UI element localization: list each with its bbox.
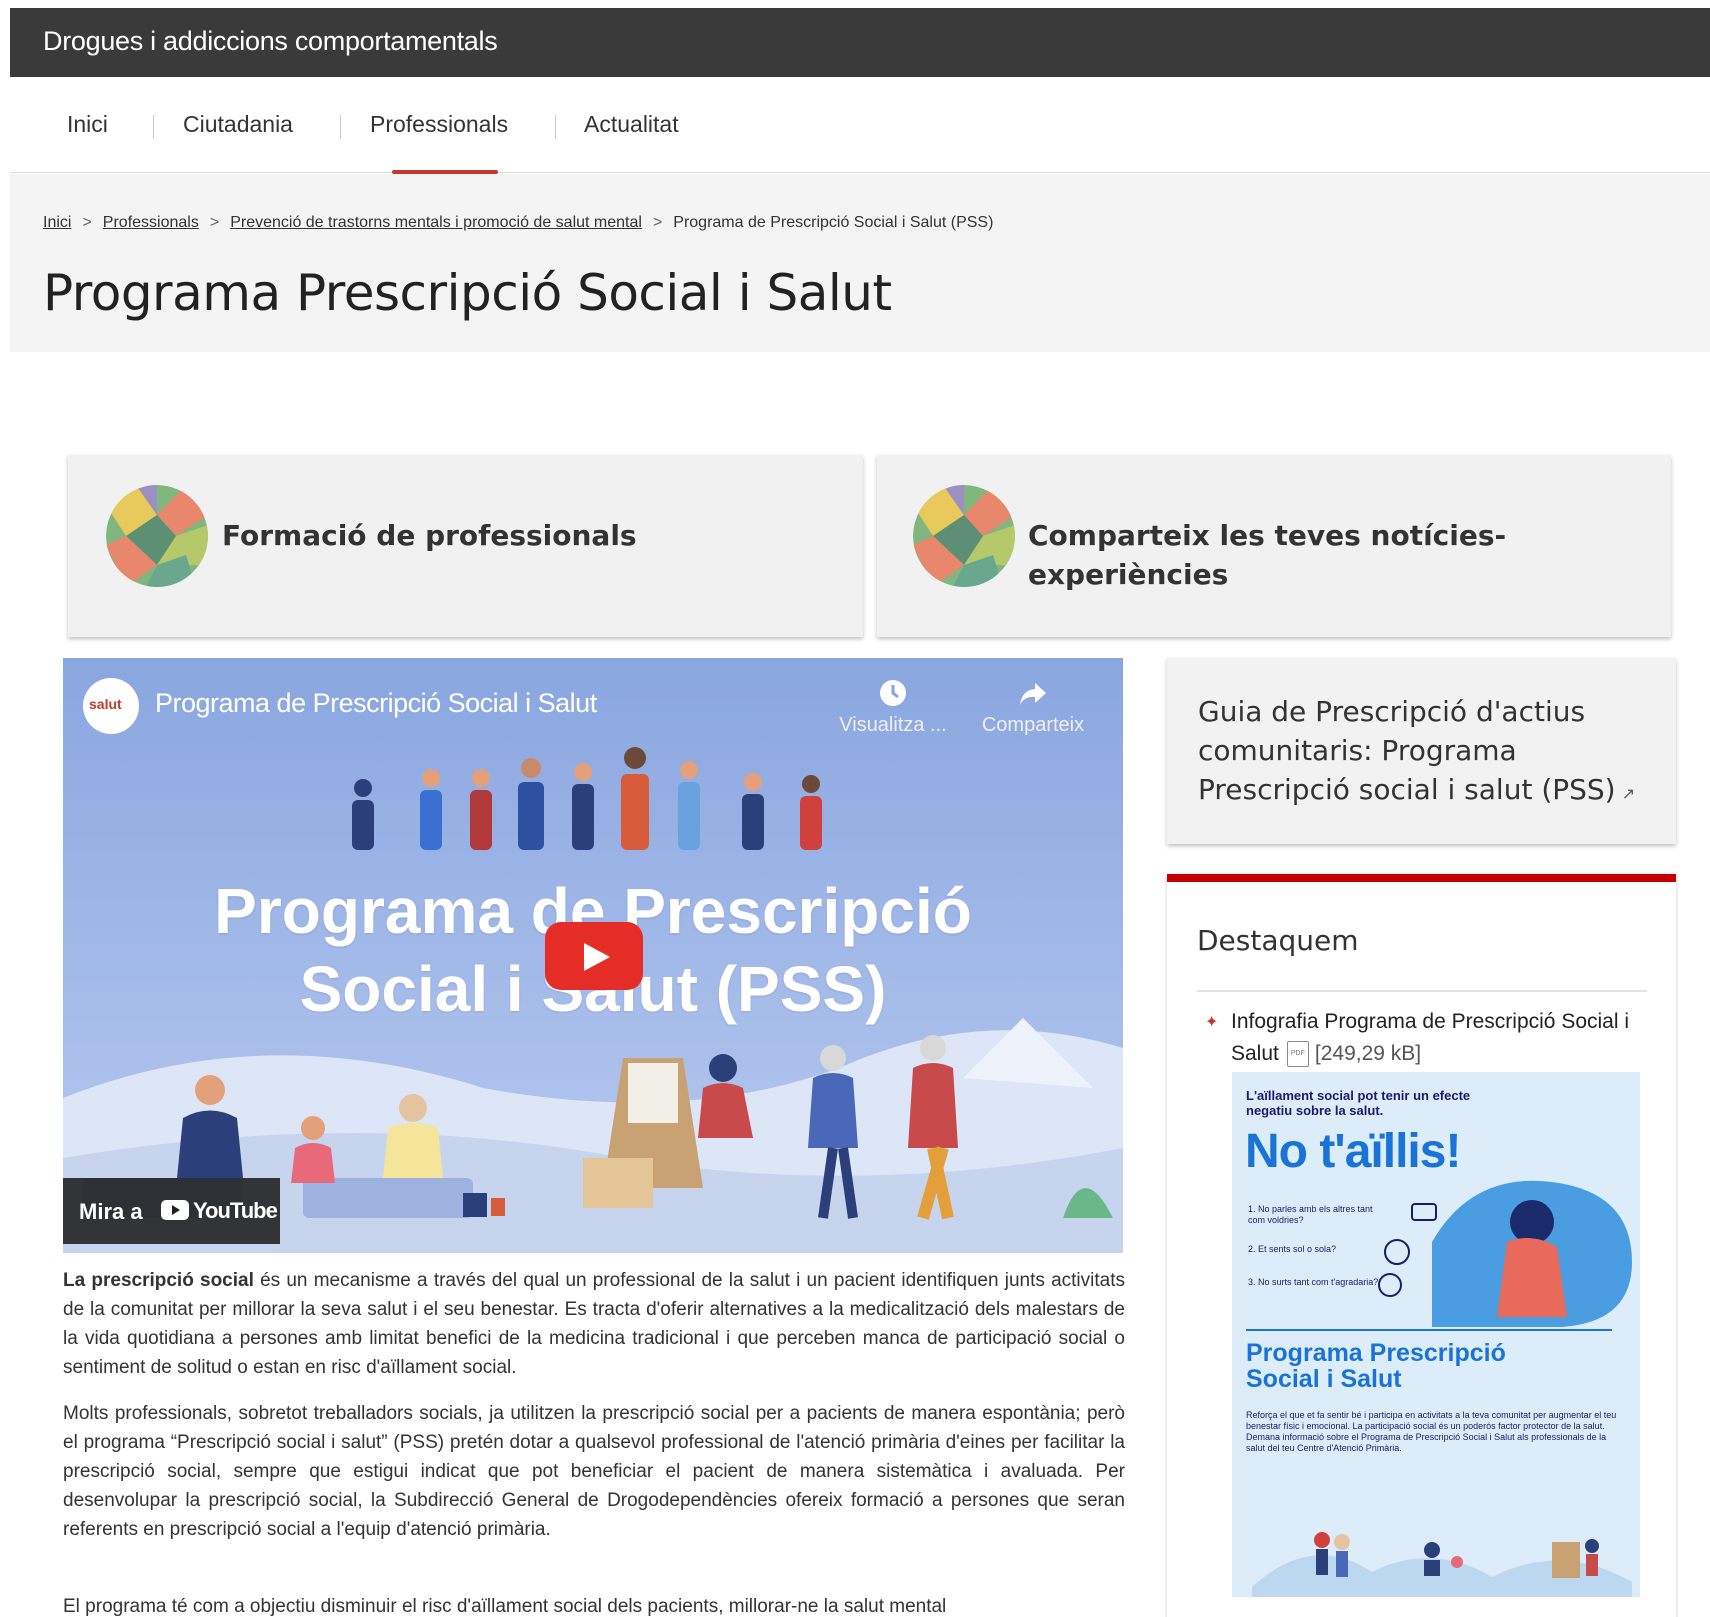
- share-button[interactable]: Comparteix: [973, 678, 1093, 737]
- nav-separator: [340, 115, 341, 139]
- channel-name: salut: [89, 696, 122, 712]
- guide-link-card[interactable]: Guia de Prescripció d'actius comunitaris…: [1167, 658, 1676, 844]
- bullet-icon: ✦: [1205, 1012, 1219, 1031]
- card-formacio[interactable]: Formació de professionals: [68, 455, 863, 637]
- nav-professionals[interactable]: Professionals: [370, 111, 508, 138]
- channel-avatar[interactable]: salut: [83, 678, 139, 734]
- site-header: Drogues i addiccions comportamentals: [10, 8, 1710, 77]
- video-title[interactable]: Programa de Prescripció Social i Salut: [155, 688, 597, 719]
- breadcrumb-inici[interactable]: Inici: [43, 214, 71, 231]
- infographic-download-link[interactable]: Infografia Programa de Prescripció Socia…: [1231, 1006, 1651, 1070]
- nav-inici[interactable]: Inici: [67, 111, 108, 138]
- infographic-question: 2. Et sents sol o sola?: [1248, 1244, 1337, 1254]
- nav-actualitat[interactable]: Actualitat: [584, 111, 679, 138]
- share-icon: [1020, 683, 1046, 705]
- card-label: Formació de professionals: [222, 519, 637, 552]
- infographic-program-title: Programa Prescripció Social i Salut: [1246, 1339, 1506, 1393]
- infographic-question: 3. No surts tant com t'agradaria?: [1248, 1277, 1379, 1287]
- external-link-icon: ↗: [1621, 784, 1636, 803]
- infographic-headline: No t'aïllis!: [1245, 1125, 1461, 1178]
- card-comparteix[interactable]: Comparteix les teves notícies-experiènci…: [877, 455, 1671, 637]
- infographic-preview[interactable]: L'aïllament social pot tenir un efecte n…: [1232, 1072, 1640, 1597]
- divider: [1197, 990, 1647, 992]
- breadcrumb: Inici > Professionals > Prevenció de trastor…: [43, 214, 993, 232]
- paragraph-emphasis: La prescripció social: [63, 1270, 254, 1291]
- featured-title: Destaquem: [1197, 924, 1359, 957]
- clock-icon: [880, 680, 906, 706]
- infographic-question: 1. No parles amb els altres tant com vol…: [1248, 1204, 1373, 1225]
- nav-separator: [555, 115, 556, 139]
- youtube-icon: [161, 1200, 189, 1220]
- breadcrumb-professionals[interactable]: Professionals: [103, 214, 199, 231]
- watch-on-label: Mira a: [79, 1199, 143, 1224]
- body-paragraph: El programa té com a objectiu disminuir …: [63, 1596, 947, 1617]
- watch-on-youtube-button[interactable]: Mira a YouTube: [63, 1178, 280, 1244]
- chevron-right-icon: >: [82, 214, 92, 231]
- main-nav: Inici Ciutadania Professionals Actualita…: [10, 77, 1710, 174]
- infographic-body: Reforça el que et fa sentir bé i partici…: [1246, 1410, 1617, 1453]
- guide-link-label: Guia de Prescripció d'actius comunitaris…: [1198, 695, 1616, 806]
- page-title: Programa Prescripció Social i Salut: [43, 264, 892, 322]
- nav-ciutadania[interactable]: Ciutadania: [183, 111, 293, 138]
- nav-separator: [153, 115, 154, 139]
- watch-later-button[interactable]: Visualitza ...: [833, 678, 953, 737]
- watch-later-label: Visualitza ...: [839, 714, 947, 736]
- site-title[interactable]: Drogues i addiccions comportamentals: [43, 26, 498, 57]
- breadcrumb-current: Programa de Prescripció Social i Salut (…: [673, 214, 994, 231]
- play-icon[interactable]: [545, 922, 643, 990]
- intro-paragraph: La prescripció social és un mecanisme a …: [63, 1266, 1125, 1382]
- youtube-video-embed[interactable]: salut Programa de Prescripció Social i S…: [63, 658, 1123, 1253]
- program-logo-icon: [913, 485, 1015, 587]
- featured-panel: Destaquem ✦ Infografia Programa de Presc…: [1167, 874, 1676, 1617]
- infographic-intro: L'aïllament social pot tenir un efecte n…: [1246, 1088, 1471, 1118]
- card-label: Comparteix les teves notícies-experiènci…: [1028, 519, 1507, 591]
- pdf-icon: PDF: [1286, 1041, 1309, 1068]
- youtube-wordmark: YouTube: [193, 1198, 278, 1223]
- body-paragraph: Molts professionals, sobretot treballado…: [63, 1403, 1125, 1540]
- chevron-right-icon: >: [652, 214, 663, 231]
- program-logo-icon: [106, 485, 208, 587]
- share-label: Comparteix: [981, 714, 1085, 736]
- file-size: [249,29 kB]: [1314, 1042, 1422, 1065]
- chevron-right-icon: >: [209, 214, 220, 231]
- guide-link[interactable]: Guia de Prescripció d'actius comunitaris…: [1198, 692, 1658, 813]
- breadcrumb-prevencio[interactable]: Prevenció de trastorns mentals i promoci…: [230, 214, 642, 231]
- page-header: Inici > Professionals > Prevenció de trastor…: [10, 174, 1710, 352]
